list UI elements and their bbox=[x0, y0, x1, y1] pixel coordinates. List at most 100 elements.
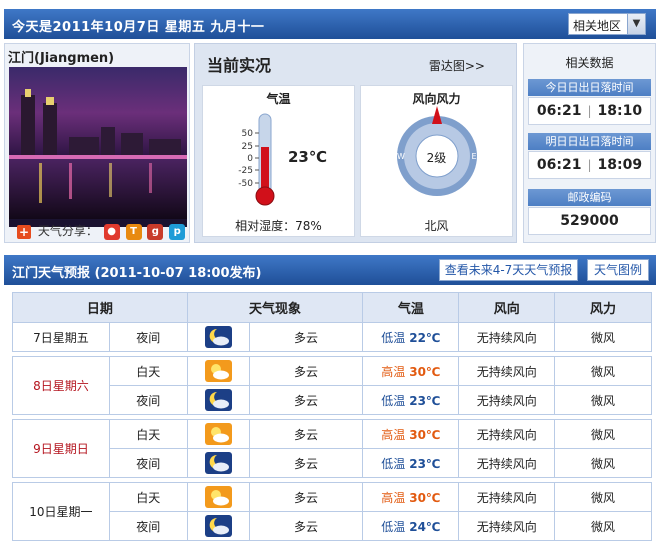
forecast-temperature: 低温 24℃ bbox=[362, 511, 460, 541]
forecast-day: 9日星期日 bbox=[12, 419, 110, 478]
night-cloud-icon bbox=[186, 322, 250, 352]
forecast-title: 江门天气预报 (2011-10-07 18:00发布) bbox=[12, 266, 262, 281]
forecast-period: 夜间 bbox=[108, 511, 188, 541]
day-cloud-icon bbox=[186, 482, 250, 512]
forecast-wind-direction: 无持续风向 bbox=[458, 448, 556, 478]
forecast-period: 白天 bbox=[108, 482, 188, 512]
forecast-temperature: 低温 23℃ bbox=[362, 448, 460, 478]
forecast-wind-force: 微风 bbox=[554, 322, 652, 352]
forecast-weather: 多云 bbox=[248, 356, 364, 386]
forecast-wind-direction: 无持续风向 bbox=[458, 385, 556, 415]
radar-link[interactable]: 雷达图>> bbox=[429, 57, 485, 74]
wind-panel: 风向风力 W E 2级 北风 bbox=[360, 85, 513, 237]
separator: | bbox=[587, 104, 592, 118]
forecast-period: 夜间 bbox=[108, 385, 188, 415]
col-wind-direction: 风向 bbox=[458, 292, 556, 323]
weather-legend-button[interactable]: 天气图例 bbox=[587, 259, 649, 281]
forecast-period: 夜间 bbox=[108, 448, 188, 478]
table-row: 夜间 多云 低温 24℃ 无持续风向 微风 bbox=[13, 511, 652, 541]
postcode-value: 529000 bbox=[528, 207, 651, 235]
forecast-period: 夜间 bbox=[108, 322, 188, 352]
region-select[interactable]: 相关地区 ▼ bbox=[568, 13, 646, 35]
city-box: 江门(Jiangmen) + 天气分享： ● T g p bbox=[4, 43, 190, 243]
forecast-temperature: 高温 30℃ bbox=[362, 482, 460, 512]
col-temperature: 气温 bbox=[362, 292, 460, 323]
tomorrow-sunset: 18:09 bbox=[597, 157, 643, 173]
today-sunset: 18:10 bbox=[597, 103, 643, 119]
current-title: 当前实况 bbox=[207, 56, 272, 75]
today-date: 今天是2011年10月7日 星期五 九月十一 bbox=[12, 20, 265, 35]
forecast-wind-direction: 无持续风向 bbox=[458, 322, 556, 352]
temp-value: 24℃ bbox=[409, 519, 441, 534]
table-row: 8日星期六 白天 多云 高温 30℃ 无持续风向 微风 bbox=[12, 356, 652, 415]
forecast-wind-direction: 无持续风向 bbox=[458, 419, 556, 449]
night-cloud-icon bbox=[186, 448, 250, 478]
weather-share: + 天气分享： ● T g p bbox=[17, 222, 186, 240]
current-temperature: 23℃ bbox=[288, 148, 328, 166]
forecast-temperature: 高温 30℃ bbox=[362, 356, 460, 386]
related-data: 相关数据 今日日出日落时间 06:21 | 18:10 明日日出日落时间 06:21… bbox=[523, 43, 656, 243]
related-data-title: 相关数据 bbox=[565, 56, 614, 70]
forecast-wind-force: 微风 bbox=[554, 511, 652, 541]
qzone-icon[interactable]: p bbox=[169, 223, 186, 240]
table-row: 夜间 多云 低温 23℃ 无持续风向 微风 bbox=[13, 385, 652, 415]
day-cloud-icon bbox=[186, 356, 250, 386]
table-row: 9日星期日 白天 多云 高温 30℃ 无持续风向 微风 bbox=[12, 419, 652, 478]
share-plus-icon[interactable]: + bbox=[17, 224, 31, 239]
tencent-icon[interactable]: T bbox=[125, 223, 142, 240]
city-name: 江门(Jiangmen) bbox=[8, 51, 115, 66]
forecast-wind-direction: 无持续风向 bbox=[458, 482, 556, 512]
temperature-panel: 气温 50 25 0 -25 -50 23℃ 相对湿度：78% bbox=[202, 85, 355, 237]
col-wind-force: 风力 bbox=[554, 292, 652, 323]
forecast-wind-direction: 无持续风向 bbox=[458, 511, 556, 541]
tick-50: 50 bbox=[242, 129, 254, 139]
forecast-wind-direction: 无持续风向 bbox=[458, 356, 556, 386]
forecast-weather: 多云 bbox=[248, 511, 364, 541]
night-cloud-icon bbox=[186, 385, 250, 415]
day-cloud-icon bbox=[186, 419, 250, 449]
tomorrow-sunrise: 06:21 bbox=[536, 157, 582, 173]
forecast-day: 7日星期五 bbox=[12, 322, 110, 352]
col-date: 日期 bbox=[12, 292, 188, 323]
temp-value: 23℃ bbox=[409, 393, 441, 408]
tomorrow-sun-label: 明日日出日落时间 bbox=[528, 133, 651, 150]
current-conditions: 当前实况 雷达图>> 气温 50 25 0 -25 -50 23℃ 相对湿度：7… bbox=[194, 43, 517, 243]
tick-neg50: -50 bbox=[238, 179, 253, 189]
forecast-weather: 多云 bbox=[248, 482, 364, 512]
forecast-weather: 多云 bbox=[248, 419, 364, 449]
temp-value: 23℃ bbox=[409, 456, 441, 471]
tomorrow-sun-times: 06:21 | 18:09 bbox=[528, 151, 651, 179]
more-forecast-button[interactable]: 查看未来4-7天天气预报 bbox=[439, 259, 578, 281]
temp-label: 高温 bbox=[381, 364, 406, 379]
temp-label: 低温 bbox=[381, 519, 406, 534]
forecast-day: 10日星期一 bbox=[12, 482, 110, 541]
postcode-label: 邮政编码 bbox=[528, 189, 651, 206]
forecast-table: 日期 天气现象 气温 风向 风力 7日星期五 夜间 多云 低温 22℃ 无持续风向 微风 8日… bbox=[12, 292, 652, 541]
forecast-wind-force: 微风 bbox=[554, 448, 652, 478]
tick-neg25: -25 bbox=[238, 166, 253, 176]
city-night-photo bbox=[9, 67, 187, 227]
wind-level: 2级 bbox=[426, 151, 447, 165]
temp-value: 30℃ bbox=[409, 364, 441, 379]
weibo-icon[interactable]: ● bbox=[103, 223, 120, 240]
forecast-weather: 多云 bbox=[248, 385, 364, 415]
forecast-wind-force: 微风 bbox=[554, 356, 652, 386]
renren-icon[interactable]: g bbox=[147, 223, 164, 240]
forecast-header-row: 日期 天气现象 气温 风向 风力 bbox=[12, 292, 652, 323]
chevron-down-icon[interactable]: ▼ bbox=[627, 14, 645, 34]
wind-direction: 北风 bbox=[424, 219, 449, 233]
today-sun-times: 06:21 | 18:10 bbox=[528, 97, 651, 125]
thermometer-icon: 50 25 0 -25 -50 bbox=[238, 113, 275, 206]
temp-label: 低温 bbox=[381, 393, 406, 408]
col-weather: 天气现象 bbox=[186, 292, 364, 323]
temp-label: 高温 bbox=[381, 427, 406, 442]
forecast-wind-force: 微风 bbox=[554, 385, 652, 415]
forecast-header-bar: 江门天气预报 (2011-10-07 18:00发布) 查看未来4-7天天气预报… bbox=[4, 255, 656, 285]
temp-value: 30℃ bbox=[409, 490, 441, 505]
temp-value: 22℃ bbox=[409, 330, 441, 345]
tick-0: 0 bbox=[247, 154, 253, 164]
region-select-label: 相关地区 bbox=[573, 19, 622, 33]
forecast-day: 8日星期六 bbox=[12, 356, 110, 415]
forecast-wind-force: 微风 bbox=[554, 419, 652, 449]
forecast-weather: 多云 bbox=[248, 448, 364, 478]
